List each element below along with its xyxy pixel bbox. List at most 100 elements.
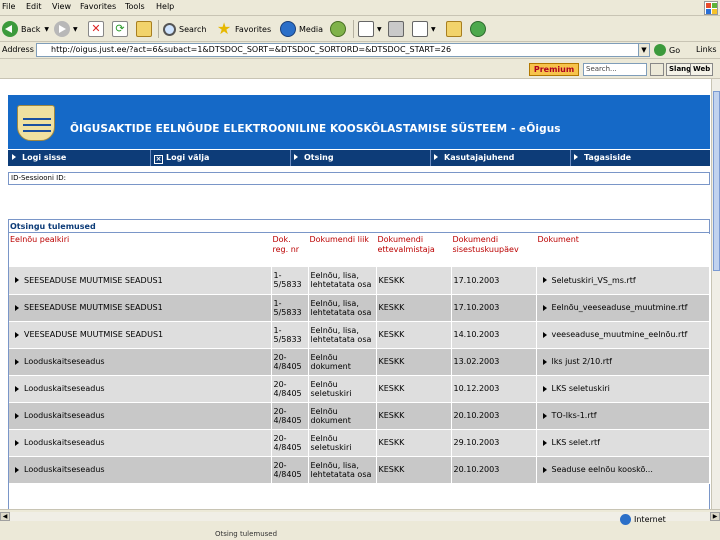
row-document-link[interactable]: Seletuskiri_VS_ms.rtf	[552, 276, 636, 285]
back-dropdown-icon[interactable]: ▼	[44, 26, 49, 33]
go-label: Go	[669, 45, 681, 55]
media-button[interactable]: Media	[280, 19, 323, 39]
row-title[interactable]: Looduskaitseseadus	[24, 357, 105, 366]
edit-dropdown-icon[interactable]: ▼	[431, 26, 436, 33]
menu-favorites[interactable]: Favorites	[80, 2, 116, 11]
col-header-type[interactable]: Dokumendi liik	[308, 234, 377, 267]
mail-button[interactable]: ▼	[358, 19, 382, 39]
row-date-cell: 17.10.2003	[451, 294, 537, 322]
forward-dropdown-icon[interactable]: ▼	[73, 26, 78, 33]
web-button[interactable]: Web	[690, 63, 714, 76]
row-title[interactable]: Looduskaitseseadus	[24, 438, 105, 447]
row-reg-nr-cell: 20-4/8405	[271, 375, 309, 403]
menu-edit[interactable]: Edit	[26, 2, 42, 11]
horizontal-scrollbar[interactable]: ◀ ▶	[0, 512, 720, 521]
row-reg-nr: 20-4/8405	[273, 352, 302, 371]
back-label: Back	[21, 24, 41, 34]
go-button[interactable]: Go	[654, 43, 680, 57]
row-document-link-cell[interactable]: LKS selet.rtf	[536, 429, 710, 457]
menu-help[interactable]: Help	[156, 2, 174, 11]
row-document-link-cell[interactable]: Eelnõu_veeseaduse_muutmine.rtf	[536, 294, 710, 322]
row-preparer: KESKK	[378, 384, 405, 393]
nav-search-label: Otsing	[304, 153, 334, 162]
row-title[interactable]: VEESEADUSE MUUTMISE SEADUS1	[24, 330, 163, 339]
col-header-document[interactable]: Dokument	[536, 234, 710, 267]
nav-user-guide[interactable]: Kasutajajuhend	[434, 150, 514, 166]
row-document-link[interactable]: lks just 2/10.rtf	[552, 357, 612, 366]
row-arrow-icon	[15, 304, 19, 311]
nav-search[interactable]: Otsing	[294, 150, 334, 166]
row-title[interactable]: Looduskaitseseadus	[24, 411, 105, 420]
refresh-button[interactable]: ⟳	[112, 19, 131, 39]
row-title[interactable]: Looduskaitseseadus	[24, 384, 105, 393]
nav-logout[interactable]: × Logi välja	[154, 150, 209, 166]
row-title-cell: Looduskaitseseadus	[9, 375, 272, 403]
address-dropdown-icon[interactable]: ▼	[638, 43, 650, 57]
row-title[interactable]: Looduskaitseseadus	[24, 465, 105, 474]
messenger-button[interactable]	[470, 19, 489, 39]
links-button[interactable]: Links	[696, 45, 717, 54]
row-document-link[interactable]: Seaduse eelnõu kooskõ...	[552, 465, 653, 474]
row-preparer-cell: KESKK	[376, 456, 452, 484]
menu-view[interactable]: View	[52, 2, 71, 11]
toolbar-search-input[interactable]: Search...	[583, 63, 647, 76]
edit-button[interactable]: ▼	[412, 19, 436, 39]
row-date-cell: 10.12.2003	[451, 375, 537, 403]
col-header-preparer[interactable]: Dokumendi ettevalmistaja	[376, 234, 452, 267]
col-header-reg[interactable]: Dok. reg. nr	[271, 234, 309, 267]
favorites-button[interactable]: ★ Favorites	[216, 19, 271, 39]
row-document-link[interactable]: LKS seletuskiri	[552, 384, 610, 393]
col-header-title[interactable]: Eelnõu pealkiri	[9, 234, 272, 267]
row-date-cell: 20.10.2003	[451, 456, 537, 484]
row-title-cell: Looduskaitseseadus	[9, 402, 272, 430]
row-document-link-cell[interactable]: TO-lks-1.rtf	[536, 402, 710, 430]
row-preparer: KESKK	[378, 275, 405, 285]
row-document-link-cell[interactable]: veeseaduse_muutmine_eelnõu.rtf	[536, 321, 710, 349]
row-document-link[interactable]: LKS selet.rtf	[552, 438, 600, 447]
nav-feedback[interactable]: Tagasiside	[574, 150, 631, 166]
toolbar-search-icon[interactable]	[650, 63, 664, 76]
star-icon: ★	[216, 19, 232, 38]
home-button[interactable]	[136, 19, 155, 39]
row-title-cell: SEESEADUSE MUUTMISE SEADUS1	[9, 267, 272, 295]
search-button[interactable]: Search	[163, 19, 206, 39]
row-title-cell: Looduskaitseseadus	[9, 348, 272, 376]
back-button[interactable]: Back ▼	[2, 19, 49, 39]
row-arrow-icon	[15, 466, 19, 473]
print-button[interactable]	[388, 19, 407, 39]
table-row: VEESEADUSE MUUTMISE SEADUS1 1-5/5833 Eelnõ…	[9, 321, 710, 349]
stop-button[interactable]: ✕	[88, 19, 107, 39]
vertical-scrollbar[interactable]	[711, 79, 720, 509]
row-document-link-cell[interactable]: Seletuskiri_VS_ms.rtf	[536, 267, 710, 295]
menu-file[interactable]: File	[2, 2, 15, 11]
row-title[interactable]: SEESEADUSE MUUTMISE SEADUS1	[24, 303, 163, 312]
col-header-date[interactable]: Dokumendi sisestuskuupäev	[451, 234, 537, 267]
history-button[interactable]	[330, 19, 349, 39]
address-input[interactable]: http://oigus.just.ee/?act=6&subact=1&DTS…	[36, 43, 648, 57]
row-title[interactable]: SEESEADUSE MUUTMISE SEADUS1	[24, 276, 163, 285]
mail-dropdown-icon[interactable]: ▼	[377, 26, 382, 33]
forward-button[interactable]: ▼	[54, 19, 78, 39]
nav-arrow-icon	[294, 154, 298, 160]
nav-login[interactable]: Logi sisse	[12, 150, 66, 166]
row-document-link[interactable]: veeseaduse_muutmine_eelnõu.rtf	[552, 330, 688, 339]
menu-tools[interactable]: Tools	[125, 2, 145, 11]
scroll-left-icon[interactable]: ◀	[0, 512, 10, 521]
status-bar: ◀ ▶ Internet Otsing tulemused	[0, 509, 720, 540]
row-date-cell: 17.10.2003	[451, 267, 537, 295]
row-document-link-cell[interactable]: LKS seletuskiri	[536, 375, 710, 403]
scroll-right-icon[interactable]: ▶	[710, 512, 720, 521]
table-row: Looduskaitseseadus 20-4/8405 Eelnõu seletu…	[9, 375, 710, 403]
row-document-link[interactable]: Eelnõu_veeseaduse_muutmine.rtf	[552, 303, 688, 312]
row-arrow-icon	[542, 466, 547, 473]
row-document-link[interactable]: TO-lks-1.rtf	[552, 411, 597, 420]
discuss-button[interactable]	[446, 19, 465, 39]
scroll-thumb[interactable]	[713, 91, 720, 271]
premium-button[interactable]: Premium	[529, 63, 579, 76]
site-banner: ÕIGUSAKTIDE EELNÕUDE ELEKTROONILINE KOOS…	[8, 95, 710, 149]
search-label: Search	[179, 24, 207, 34]
row-doc-type-cell: Eelnõu, lisa, lehtetatata osa	[308, 267, 377, 295]
row-document-link-cell[interactable]: Seaduse eelnõu kooskõ...	[536, 456, 710, 484]
stop-icon: ✕	[88, 21, 104, 37]
row-document-link-cell[interactable]: lks just 2/10.rtf	[536, 348, 710, 376]
